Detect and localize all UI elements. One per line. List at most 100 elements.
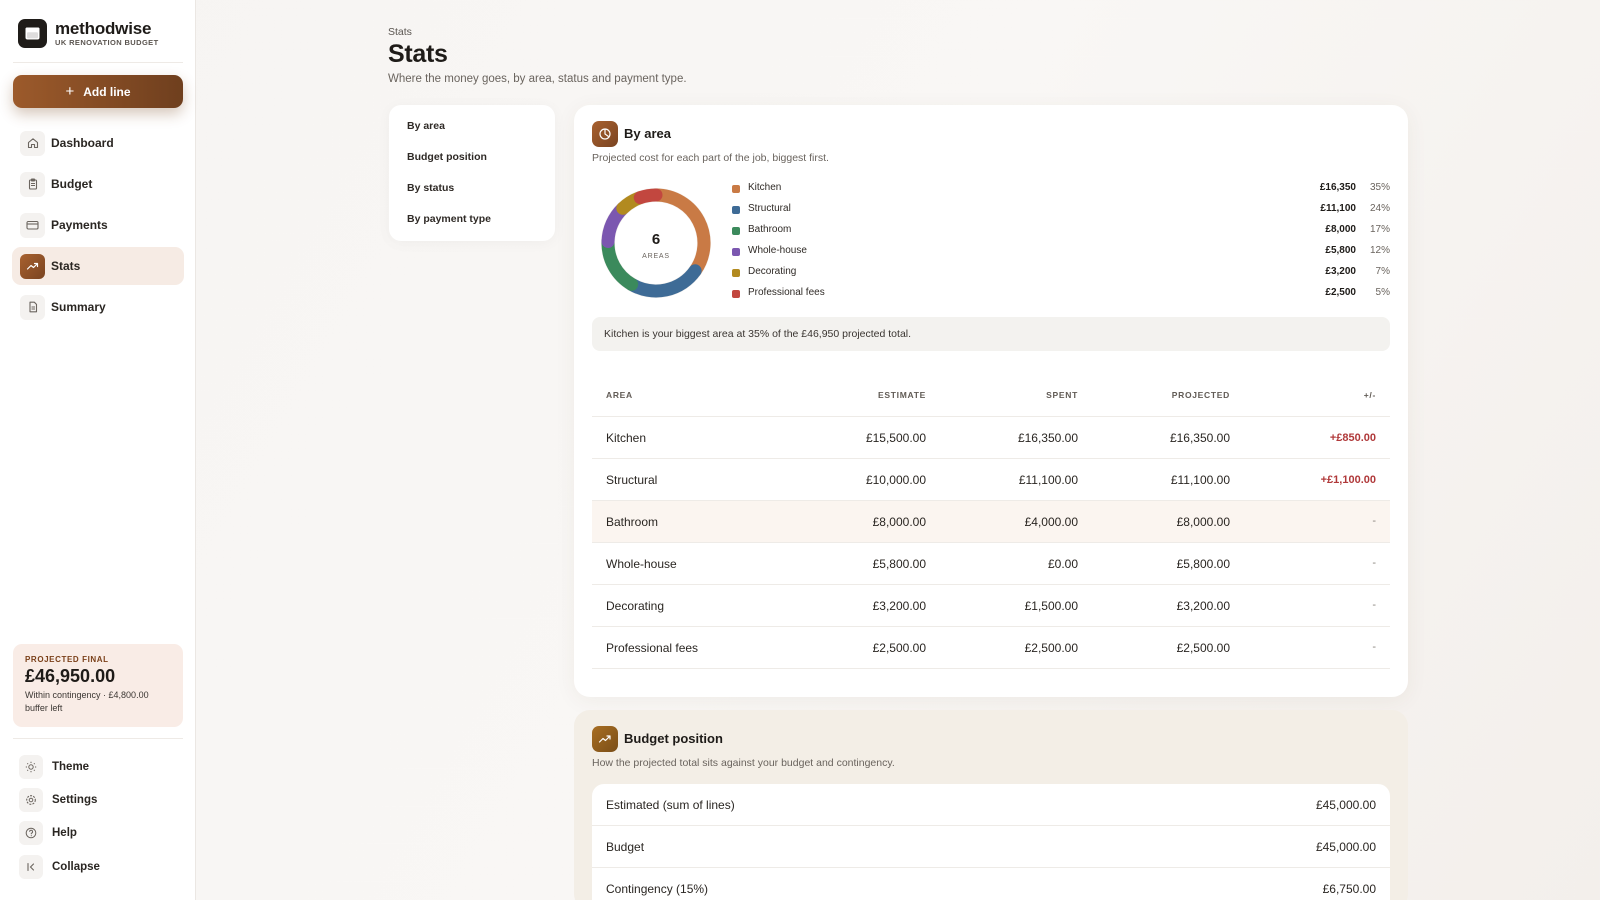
legend-item[interactable]: Kitchen £16,350 35% (732, 182, 1390, 196)
cell-estimate: £8,000.00 (872, 515, 926, 529)
cell-spent: £1,500.00 (1024, 599, 1078, 613)
bp-value: £6,750.00 (1322, 882, 1376, 896)
logo-icon (18, 19, 47, 48)
legend-percent: 7% (1375, 266, 1390, 277)
legend-name: Structural (748, 203, 791, 214)
plus-icon: + (65, 83, 75, 100)
cell-projected: £8,000.00 (1176, 515, 1230, 529)
section-nav: By area Budget position By status By pay… (389, 105, 555, 241)
legend-name: Whole-house (748, 245, 807, 256)
table-row[interactable]: Professional fees £2,500.00 £2,500.00 £2,50… (592, 627, 1390, 669)
cell-estimate: £10,000.00 (865, 473, 926, 487)
projected-final-card: PROJECTED FINAL £46,950.00 Within contin… (13, 644, 183, 727)
legend-value: £3,200 (1325, 266, 1356, 277)
section-link-by-area[interactable]: By area (407, 120, 445, 132)
brand[interactable]: methodwise UK RENOVATION BUDGET (18, 19, 159, 48)
col-area[interactable]: AREA (606, 390, 633, 400)
cell-diff: - (1372, 599, 1376, 611)
area-table: AREA ESTIMATE SPENT PROJECTED +/- Kitche… (592, 375, 1390, 669)
col-spent[interactable]: SPENT (1046, 390, 1078, 400)
section-link-by-status[interactable]: By status (407, 182, 454, 194)
breadcrumb[interactable]: Stats (388, 26, 412, 38)
list-item: Estimated (sum of lines) £45,000.00 (592, 784, 1390, 826)
legend-swatch (732, 185, 740, 193)
cell-diff: - (1372, 557, 1376, 569)
by-area-subtitle: Projected cost for each part of the job,… (592, 152, 829, 164)
legend-item[interactable]: Whole-house £5,800 12% (732, 245, 1390, 259)
bp-label: Contingency (15%) (606, 882, 709, 896)
card-icon (20, 212, 45, 238)
table-row[interactable]: Bathroom £8,000.00 £4,000.00 £8,000.00 - (592, 501, 1390, 543)
cell-area: Decorating (606, 599, 665, 613)
budget-position-list: Estimated (sum of lines) £45,000.00 Budg… (592, 784, 1390, 900)
cell-spent: £0.00 (1047, 557, 1078, 571)
donut-segment[interactable] (633, 188, 663, 205)
by-area-title: By area (624, 126, 671, 141)
table-row[interactable]: Whole-house £5,800.00 £0.00 £5,800.00 - (592, 543, 1390, 585)
legend-swatch (732, 227, 740, 235)
cell-estimate: £15,500.00 (865, 431, 926, 445)
legend-percent: 35% (1369, 182, 1390, 193)
util-label: Help (52, 827, 77, 839)
nav-label: Budget (51, 177, 93, 191)
pie-chart-icon (592, 121, 618, 147)
nav-item-budget[interactable]: Budget (12, 165, 184, 203)
add-line-button[interactable]: + Add line (13, 75, 183, 108)
budget-position-subtitle: How the projected total sits against you… (592, 757, 895, 769)
cell-projected: £16,350.00 (1169, 431, 1230, 445)
list-item: Budget £45,000.00 (592, 826, 1390, 868)
bp-value: £45,000.00 (1315, 840, 1376, 854)
cell-area: Structural (606, 473, 658, 487)
legend-swatch (732, 248, 740, 256)
cell-estimate: £3,200.00 (872, 599, 926, 613)
donut-svg: 6 AREAS (601, 188, 711, 298)
cell-estimate: £5,800.00 (872, 557, 926, 571)
legend-value: £8,000 (1325, 224, 1356, 235)
cell-projected: £5,800.00 (1176, 557, 1230, 571)
legend-name: Decorating (748, 266, 797, 277)
donut-label: AREAS (642, 253, 670, 260)
area-donut-chart: 6 AREAS (595, 182, 717, 304)
help-button[interactable]: Help (19, 821, 77, 845)
legend-value: £11,100 (1320, 203, 1356, 214)
bp-label: Estimated (sum of lines) (606, 798, 735, 812)
bp-value: £45,000.00 (1315, 798, 1376, 812)
table-row[interactable]: Structural £10,000.00 £11,100.00 £11,100.00… (592, 459, 1390, 501)
projected-label: PROJECTED FINAL (25, 655, 109, 664)
legend-item[interactable]: Decorating £3,200 7% (732, 266, 1390, 280)
trending-icon (592, 726, 618, 752)
table-row[interactable]: Decorating £3,200.00 £1,500.00 £3,200.00 - (592, 585, 1390, 627)
table-row[interactable]: Kitchen £15,500.00 £16,350.00 £16,350.00 +£8… (592, 417, 1390, 459)
theme-button[interactable]: Theme (19, 755, 89, 779)
help-icon (19, 821, 43, 845)
cell-diff: - (1372, 641, 1376, 653)
home-icon (20, 130, 45, 156)
by-area-card: By area Projected cost for each part of … (574, 105, 1408, 697)
cell-estimate: £2,500.00 (872, 641, 926, 655)
section-link-by-payment-type[interactable]: By payment type (407, 213, 491, 225)
collapse-button[interactable]: Collapse (19, 855, 100, 879)
nav-item-summary[interactable]: Summary (12, 288, 184, 326)
col-estimate[interactable]: ESTIMATE (878, 390, 926, 400)
cell-diff: +£1,100.00 (1320, 474, 1376, 486)
legend-name: Bathroom (748, 224, 792, 235)
legend-item[interactable]: Professional fees £2,500 5% (732, 287, 1390, 301)
section-link-budget-position[interactable]: Budget position (407, 151, 487, 163)
legend-name: Professional fees (748, 287, 825, 298)
util-label: Theme (52, 761, 90, 773)
nav-item-dashboard[interactable]: Dashboard (12, 124, 184, 162)
nav-item-stats[interactable]: Stats (12, 247, 184, 285)
nav-label: Dashboard (51, 136, 114, 150)
legend-percent: 12% (1369, 245, 1390, 256)
legend-item[interactable]: Bathroom £8,000 17% (732, 224, 1390, 238)
legend-percent: 24% (1369, 203, 1390, 214)
list-item: Contingency (15%) £6,750.00 (592, 868, 1390, 900)
trending-icon (20, 253, 45, 279)
col-projected[interactable]: PROJECTED (1172, 390, 1230, 400)
col-diff[interactable]: +/- (1364, 390, 1376, 400)
nav-item-payments[interactable]: Payments (12, 206, 184, 244)
projected-note: Within contingency · £4,800.00 buffer le… (25, 690, 149, 713)
settings-button[interactable]: Settings (19, 788, 97, 812)
legend-item[interactable]: Structural £11,100 24% (732, 203, 1390, 217)
cell-area: Whole-house (606, 557, 677, 571)
